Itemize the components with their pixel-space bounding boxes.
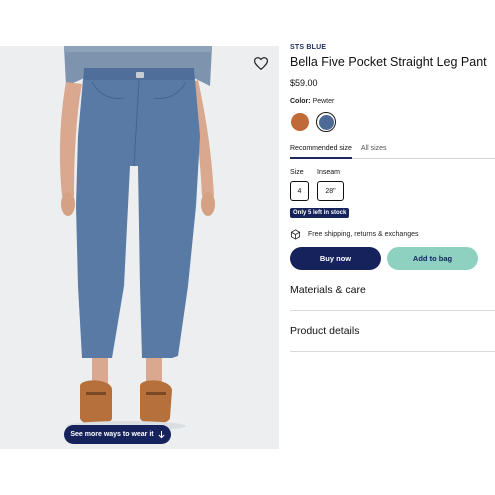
swatch-pewter[interactable] [316,112,336,132]
size-labels: Size Inseam [290,169,495,176]
arrow-down-icon [158,430,165,438]
inseam-option-28[interactable]: 28" [317,181,344,201]
section-divider [290,351,495,352]
model-wearing-pants [59,46,215,431]
add-to-bag-button[interactable]: Add to bag [387,247,478,270]
size-tabs: Recommended size All sizes [290,145,495,159]
swatch-rust[interactable] [291,113,309,131]
color-value: Pewter [312,98,335,105]
product-details-section[interactable]: Product details [290,325,495,337]
product-image[interactable] [0,46,279,449]
heart-icon [254,56,268,70]
shipping-text: Free shipping, returns & exchanges [308,231,419,238]
size-option-4[interactable]: 4 [290,181,309,201]
tab-all-sizes[interactable]: All sizes [361,145,387,159]
section-divider [290,310,495,311]
shipping-info: Free shipping, returns & exchanges [290,229,495,240]
materials-care-section[interactable]: Materials & care [290,284,495,296]
inseam-label: Inseam [317,169,340,176]
product-title: Bella Five Pocket Straight Leg Pant [290,55,487,69]
product-info-panel: STS BLUE Bella Five Pocket Straight Leg … [290,44,495,352]
see-more-ways-button[interactable]: See more ways to wear it [64,425,171,444]
wishlist-button[interactable] [250,52,272,74]
size-options: 4 28" [290,181,495,201]
color-swatches [290,112,495,132]
color-label: Color: [290,98,311,105]
tab-recommended-size[interactable]: Recommended size [290,145,352,159]
purchase-buttons: Buy now Add to bag [290,247,495,270]
brand-link[interactable]: STS BLUE [290,44,495,51]
size-label: Size [290,169,304,176]
box-icon [290,229,301,240]
swatch-pewter-fill [318,114,334,130]
stock-badge: Only 5 left in stock [290,208,350,218]
buy-now-button[interactable]: Buy now [290,247,381,270]
product-price: $59.00 [290,78,318,88]
color-selection-label: Color: Pewter [290,98,495,105]
see-more-label: See more ways to wear it [70,431,154,438]
